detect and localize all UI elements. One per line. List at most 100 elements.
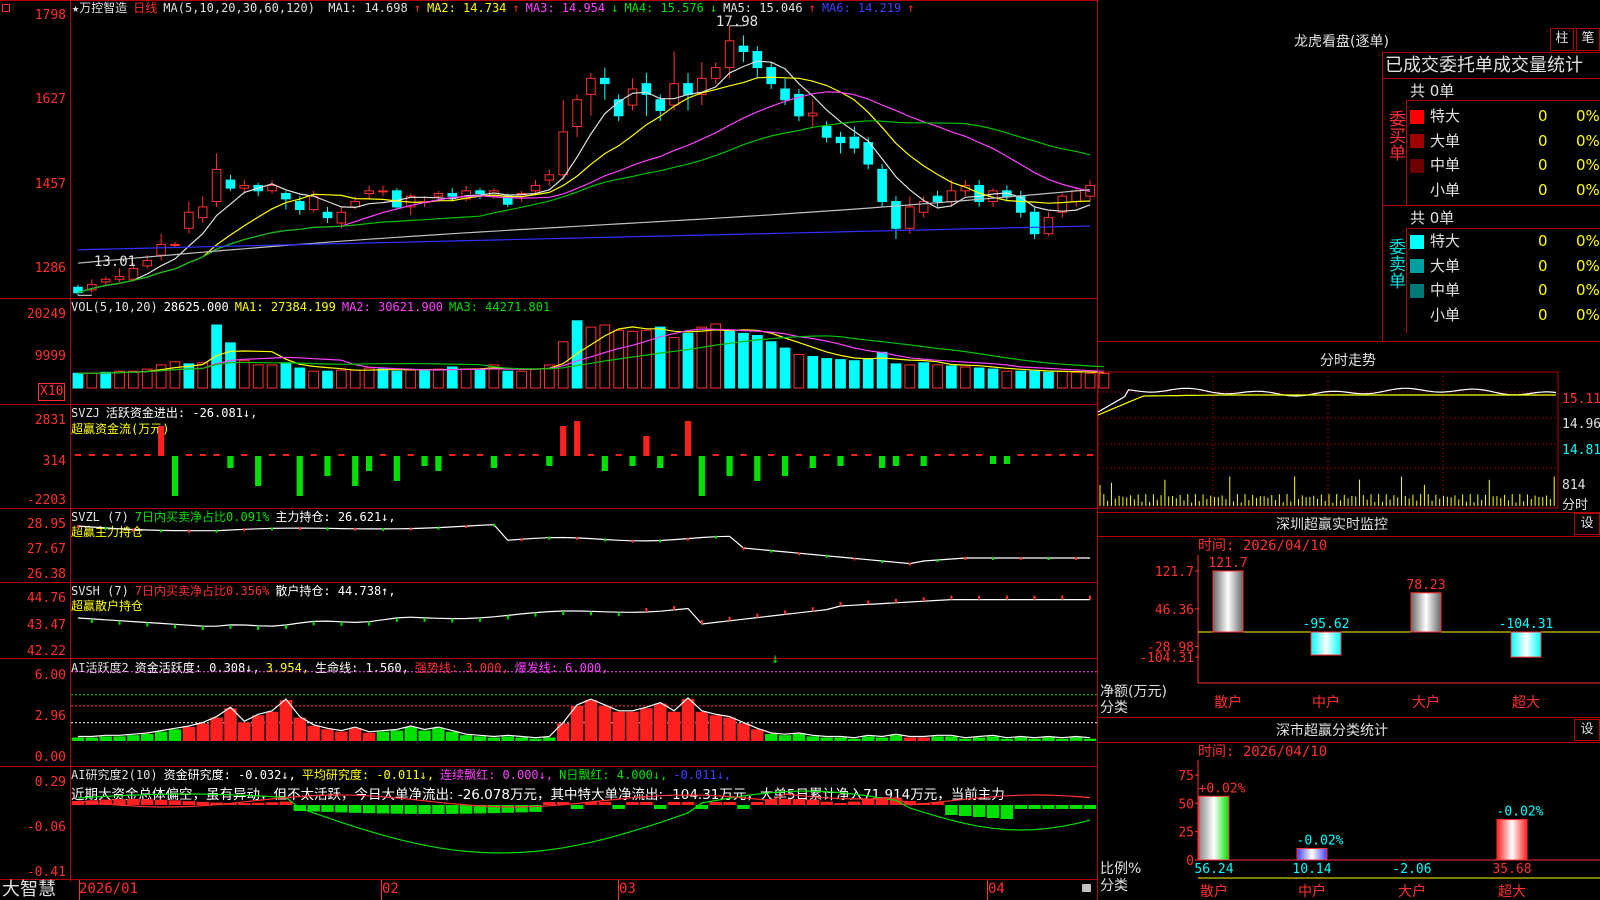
- kline-y-tick: 1457: [34, 177, 66, 192]
- ai-activity-chart[interactable]: ↓: [71, 651, 1097, 766]
- holding-tick: [978, 595, 981, 600]
- activity-bar: [335, 731, 348, 741]
- sz-class-chart[interactable]: 75 50 25 0 +0.02% 56.24 散户 -0.02% 10.14 中户 -2.06 大户…: [1098, 760, 1600, 900]
- szc-bottom-label: -2.06: [1392, 862, 1431, 877]
- holding-tick: [631, 539, 634, 543]
- sz-monitor-chart[interactable]: 121.746.36-28.98-104.31121.7散户-95.62中户78…: [1098, 555, 1600, 715]
- vol-unit-badge[interactable]: X10: [38, 383, 66, 401]
- fund-flow-bar: [407, 454, 414, 456]
- activity-bar: [446, 731, 459, 741]
- order-count: 0: [1538, 107, 1548, 125]
- period-label[interactable]: 日线: [133, 1, 157, 15]
- candle: [807, 112, 818, 117]
- svzj-y-tick: 2831: [34, 413, 66, 428]
- main-chart-area[interactable]: ★万控智造 日线 MA(5,10,20,30,60,120) MA1: 14.698…: [0, 0, 1110, 900]
- volume-bar: [419, 369, 430, 389]
- order-count: 0: [1538, 131, 1548, 150]
- holding-tick: [479, 617, 482, 622]
- ma-values: MA1: 14.698 ↑ MA2: 14.734 ↑ MA3: 14.954 ↓ MA4:…: [328, 1, 920, 15]
- research-bar: [1014, 805, 1027, 809]
- sz-category-label: 超大: [1512, 695, 1540, 711]
- tick-view-button[interactable]: 笔: [1576, 28, 1600, 51]
- sz-bar: [1212, 570, 1244, 633]
- holding-tick: [298, 527, 301, 531]
- activity-bar: [529, 738, 542, 741]
- sz-y-tick: -104.31: [1139, 651, 1194, 666]
- sz-class-settings-button[interactable]: 设: [1574, 719, 1600, 741]
- holding-tick: [437, 526, 440, 530]
- order-row: 小单 0 0%: [1410, 178, 1600, 202]
- candle: [142, 259, 153, 267]
- activity-bar: [459, 735, 473, 741]
- color-swatch-icon: [1410, 234, 1424, 249]
- sz-monitor-settings-button[interactable]: 设: [1574, 513, 1600, 535]
- volume-bar: [530, 368, 541, 389]
- candle: [877, 168, 887, 203]
- activity-bar: [348, 728, 362, 741]
- holding-tick: [992, 557, 995, 560]
- szc-category-label: 散户: [1200, 883, 1228, 900]
- order-type-label: 大单: [1430, 256, 1461, 275]
- lhb-tabs[interactable]: 已成交委托单成交量统计: [1385, 54, 1600, 78]
- lock-icon[interactable]: [1082, 884, 1091, 892]
- holding-tick: [797, 552, 800, 556]
- candle: [849, 136, 860, 149]
- holding-tick: [243, 528, 246, 532]
- date-label: 02: [382, 881, 399, 897]
- candle: [281, 193, 291, 200]
- ai-research-chart[interactable]: [71, 768, 1097, 879]
- volume-bar: [433, 368, 444, 389]
- main-holding-chart[interactable]: [71, 510, 1097, 582]
- fund-flow-bar: [560, 426, 567, 456]
- intraday-chart[interactable]: [1097, 370, 1559, 510]
- research-bar: [418, 805, 431, 814]
- app-logo[interactable]: 大智慧: [2, 879, 56, 900]
- candle: [392, 190, 402, 208]
- research-bar: [640, 802, 653, 805]
- fund-flow-bar: [671, 454, 678, 456]
- research-bar: [543, 802, 556, 805]
- activity-bar: [362, 732, 376, 741]
- fund-flow-bar: [1059, 454, 1066, 456]
- avg-price-line: [1097, 394, 1556, 416]
- order-percent: 0%: [1576, 305, 1600, 324]
- volume-bar: [959, 366, 971, 389]
- fund-flow-bar: [795, 454, 803, 456]
- szc-bar: [1198, 795, 1230, 861]
- activity-bar: [1014, 737, 1027, 741]
- research-bar: [335, 805, 348, 813]
- candle: [710, 67, 721, 79]
- order-count: 0: [1538, 156, 1548, 174]
- holding-tick: [312, 621, 315, 626]
- candle: [599, 77, 610, 85]
- candlestick-chart[interactable]: [71, 14, 1097, 298]
- volume-bar: [904, 364, 916, 389]
- fund-flow-bar: [158, 426, 165, 456]
- research-bar: [792, 799, 806, 805]
- research-bar: [459, 805, 473, 814]
- szc-bottom-label: 10.14: [1292, 862, 1331, 877]
- volume-chart[interactable]: [71, 300, 1110, 404]
- retail-holding-chart[interactable]: [71, 584, 1097, 658]
- research-bar: [1028, 805, 1041, 809]
- bar-view-button[interactable]: 柱: [1550, 28, 1574, 51]
- corner-marker: [2, 4, 10, 12]
- fund-flow-bar: [310, 454, 317, 456]
- volume-bar: [294, 367, 306, 389]
- holding-tick: [340, 621, 343, 626]
- activity-bar: [695, 711, 709, 741]
- sell-order-label: 委卖单: [1385, 238, 1405, 289]
- candle: [184, 211, 194, 229]
- order-row: 大单 0 0%: [1410, 129, 1600, 153]
- activity-bar: [127, 735, 140, 741]
- activity-bar: [778, 735, 792, 741]
- holding-tick: [229, 624, 232, 629]
- fund-flow-bar: [892, 456, 900, 466]
- ma-arrow: ↓: [611, 1, 619, 15]
- holding-tick: [659, 539, 662, 543]
- holding-tick: [354, 527, 357, 531]
- sz-bar: [1310, 631, 1342, 656]
- volume-bar: [932, 364, 943, 389]
- fund-flow-chart[interactable]: [71, 406, 1097, 508]
- fund-flow-bar: [88, 454, 95, 456]
